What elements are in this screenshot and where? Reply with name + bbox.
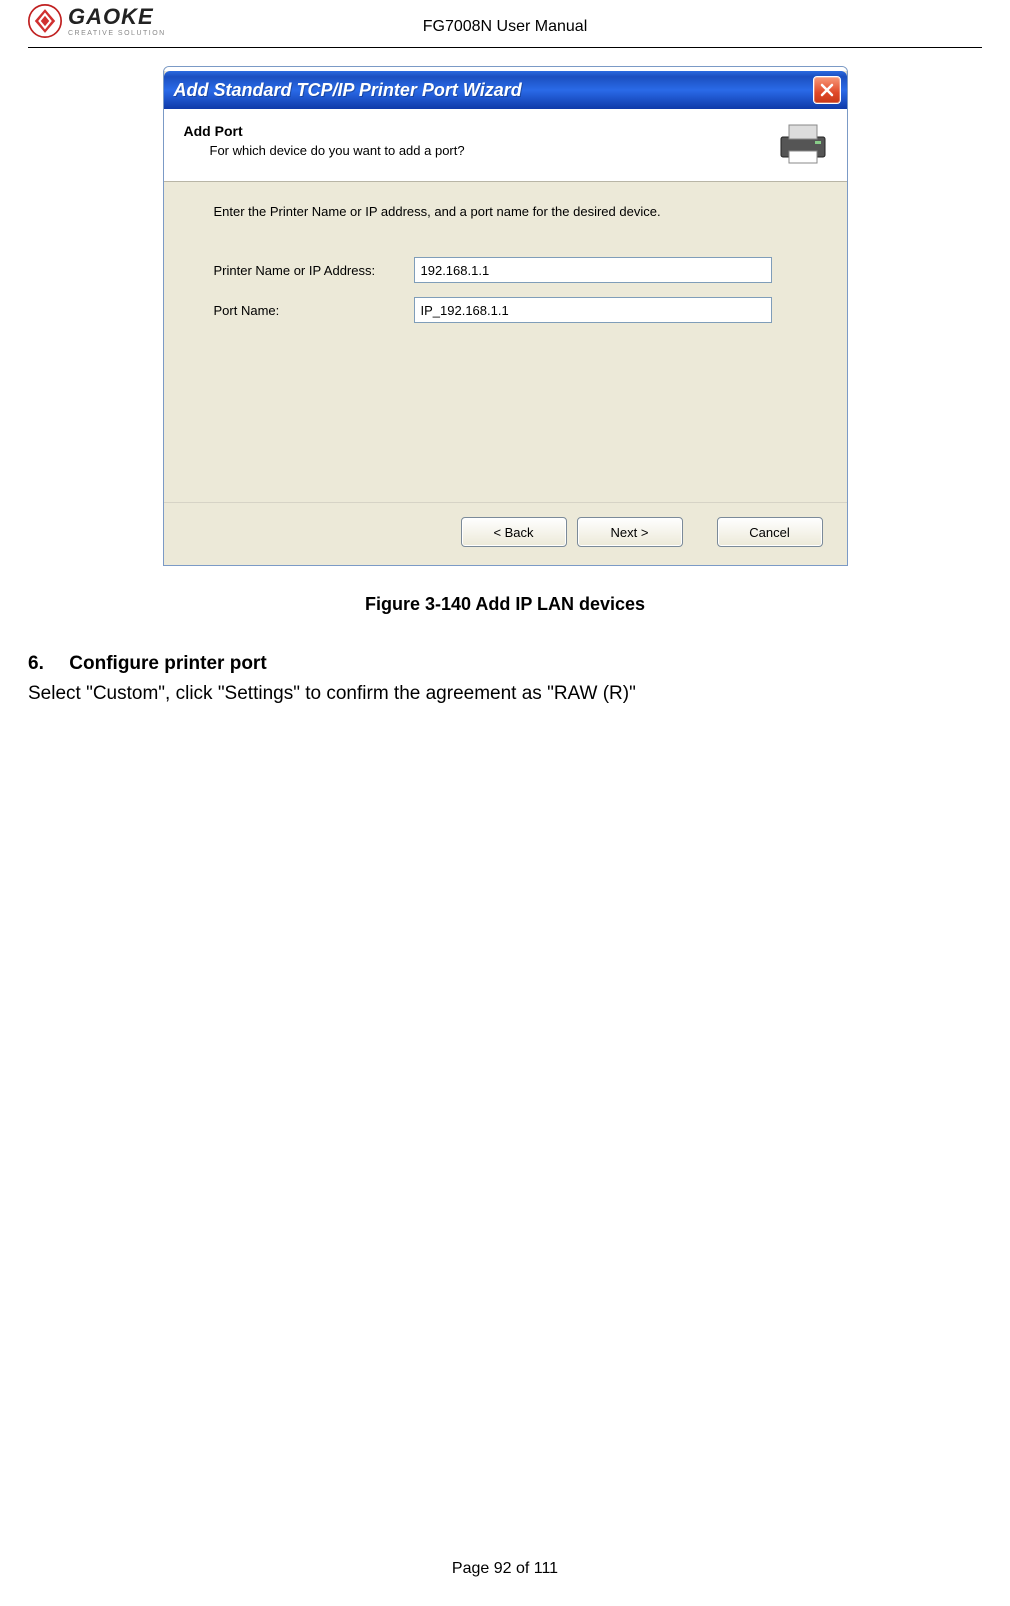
wizard-dialog: Add Standard TCP/IP Printer Port Wizard … xyxy=(163,66,848,566)
printer-name-row: Printer Name or IP Address: xyxy=(214,257,807,283)
page-header: GAOKE CREATIVE SOLUTION FG7008N User Man… xyxy=(28,0,982,48)
wizard-instruction: Enter the Printer Name or IP address, an… xyxy=(214,204,807,219)
wizard-button-bar: < Back Next > Cancel xyxy=(164,502,847,565)
printer-name-label: Printer Name or IP Address: xyxy=(214,263,414,278)
wizard-body: Enter the Printer Name or IP address, an… xyxy=(164,182,847,502)
page-footer: Page 92 of 111 xyxy=(0,1560,1010,1578)
logo: GAOKE CREATIVE SOLUTION xyxy=(28,4,166,38)
printer-icon xyxy=(775,119,831,167)
section-title: Configure printer port xyxy=(69,653,266,674)
wizard-step-subtitle: For which device do you want to add a po… xyxy=(210,143,775,158)
close-button[interactable] xyxy=(813,76,841,104)
window-title: Add Standard TCP/IP Printer Port Wizard xyxy=(174,80,813,101)
section-number: 6. xyxy=(28,653,64,675)
logo-brand: GAOKE xyxy=(68,6,166,28)
port-name-row: Port Name: xyxy=(214,297,807,323)
titlebar: Add Standard TCP/IP Printer Port Wizard xyxy=(164,71,847,109)
close-icon xyxy=(820,83,834,97)
section-heading: 6. Configure printer port xyxy=(28,653,982,675)
section-body: Select "Custom", click "Settings" to con… xyxy=(28,681,982,708)
wizard-header-panel: Add Port For which device do you want to… xyxy=(164,109,847,182)
port-name-label: Port Name: xyxy=(214,303,414,318)
document-title: FG7008N User Manual xyxy=(28,0,982,36)
wizard-step-title: Add Port xyxy=(184,123,775,139)
figure-caption: Figure 3-140 Add IP LAN devices xyxy=(28,594,982,615)
logo-tagline: CREATIVE SOLUTION xyxy=(68,30,166,37)
back-button[interactable]: < Back xyxy=(461,517,567,547)
figure: Add Standard TCP/IP Printer Port Wizard … xyxy=(28,66,982,566)
logo-text: GAOKE CREATIVE SOLUTION xyxy=(68,6,166,37)
port-name-input[interactable] xyxy=(414,297,772,323)
cancel-button[interactable]: Cancel xyxy=(717,517,823,547)
printer-name-input[interactable] xyxy=(414,257,772,283)
next-button[interactable]: Next > xyxy=(577,517,683,547)
logo-emblem-icon xyxy=(28,4,62,38)
